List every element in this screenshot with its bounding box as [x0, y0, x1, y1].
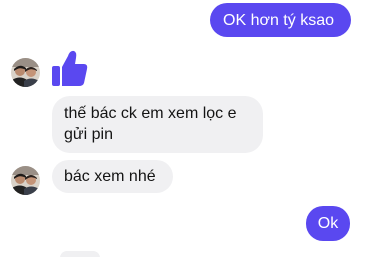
avatar-photo	[11, 166, 40, 195]
incoming-message-partial[interactable]	[60, 251, 100, 257]
outgoing-message[interactable]: Ok	[306, 206, 350, 241]
like-reaction[interactable]	[51, 48, 89, 88]
outgoing-message[interactable]: OK hơn tý ksao	[210, 3, 351, 37]
message-text: Ok	[317, 215, 339, 232]
contact-avatar[interactable]	[11, 58, 40, 87]
thumbs-up-icon	[52, 50, 88, 86]
incoming-message[interactable]: bác xem nhé	[52, 160, 173, 193]
incoming-message[interactable]: thế bác ck em xem lọc e gửi pin	[52, 96, 263, 153]
message-text: OK hơn tý ksao	[223, 12, 334, 29]
avatar-photo	[11, 58, 40, 87]
chat-thread: OK hơn tý ksao thế bác ck em xem lọc e g…	[0, 0, 374, 257]
message-text: bác xem nhé	[64, 168, 156, 185]
message-text: thế bác ck em xem lọc e gửi pin	[64, 105, 237, 143]
contact-avatar[interactable]	[11, 166, 40, 195]
